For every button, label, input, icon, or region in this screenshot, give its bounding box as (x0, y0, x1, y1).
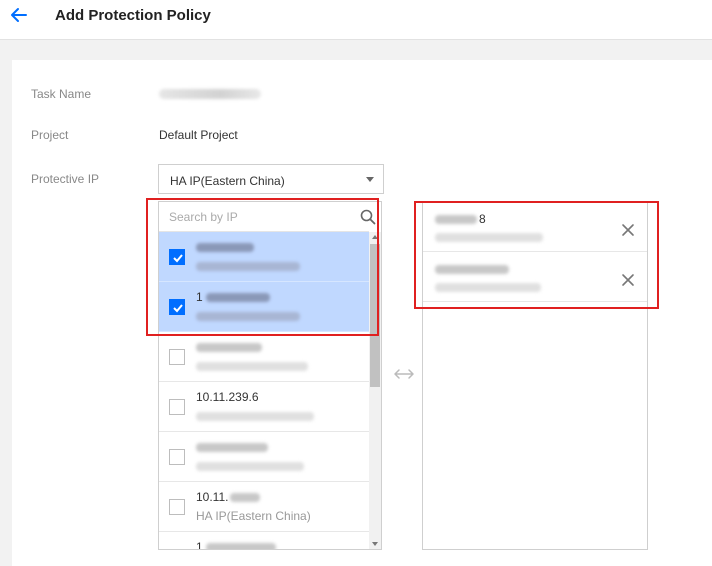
transfer-arrows-icon (394, 369, 414, 379)
ip-region: HA IP(Eastern China) (196, 509, 311, 523)
ip-list-item[interactable] (159, 232, 369, 282)
checkbox[interactable] (169, 349, 185, 365)
checkbox[interactable] (169, 399, 185, 415)
top-bar: Add Protection Policy (0, 0, 712, 40)
chevron-down-icon (366, 177, 374, 182)
available-ip-list: 1 10.11.239.6 10.11. HA IP(Eas (158, 201, 382, 550)
ip-address: 1 (196, 290, 270, 304)
form-card: Task Name Project Default Project Protec… (12, 60, 712, 566)
protective-ip-label: Protective IP (31, 172, 100, 186)
arrow-left-icon[interactable] (8, 4, 30, 26)
project-value: Default Project (159, 128, 238, 142)
project-label: Project (31, 128, 69, 142)
ip-list-item[interactable]: 10.11.239.6 (159, 382, 369, 432)
check-icon (173, 254, 183, 263)
page-title: Add Protection Policy (55, 7, 211, 24)
scroll-down-icon[interactable] (372, 542, 378, 546)
ip-address: 1 (196, 540, 276, 549)
ip-address: 8 (435, 212, 486, 226)
protective-ip-select[interactable]: HA IP(Eastern China) (158, 164, 384, 194)
checkbox[interactable] (169, 549, 185, 550)
ip-region (196, 259, 300, 273)
checkbox[interactable] (169, 449, 185, 465)
close-icon[interactable] (621, 273, 635, 287)
ip-region (196, 359, 308, 373)
protective-ip-selected-value: HA IP(Eastern China) (170, 174, 285, 188)
ip-search (159, 202, 376, 232)
ip-region (196, 409, 314, 423)
ip-list-item[interactable] (159, 432, 369, 482)
ip-region (196, 459, 304, 473)
scroll-thumb[interactable] (370, 244, 380, 387)
ip-list-item[interactable]: 10.11. HA IP(Eastern China) (159, 482, 369, 532)
ip-region (435, 280, 541, 294)
ip-list-item[interactable] (159, 332, 369, 382)
ip-address (196, 240, 254, 254)
ip-address: 10.11.239.6 (196, 390, 259, 404)
check-icon (173, 304, 183, 313)
selected-ip-item (423, 252, 647, 302)
selected-ip-list: 8 (422, 201, 648, 550)
list-scrollbar[interactable] (369, 232, 381, 549)
ip-list-item[interactable]: 1 (159, 282, 369, 332)
task-name-label: Task Name (31, 87, 92, 101)
ip-search-input[interactable] (159, 202, 355, 231)
ip-region (435, 230, 543, 244)
ip-address (196, 440, 268, 454)
selected-ip-item: 8 (423, 202, 647, 252)
ip-list-item[interactable]: 1 (159, 532, 369, 550)
ip-address (196, 340, 262, 354)
checkbox[interactable] (169, 499, 185, 515)
scroll-up-icon[interactable] (372, 235, 378, 239)
ip-address (435, 262, 509, 276)
task-name-value-redacted (159, 89, 261, 99)
close-icon[interactable] (621, 223, 635, 237)
search-icon[interactable] (360, 209, 376, 225)
ip-address: 10.11. (196, 490, 261, 504)
ip-region (196, 309, 300, 323)
checkbox-checked[interactable] (169, 299, 185, 315)
checkbox-checked[interactable] (169, 249, 185, 265)
